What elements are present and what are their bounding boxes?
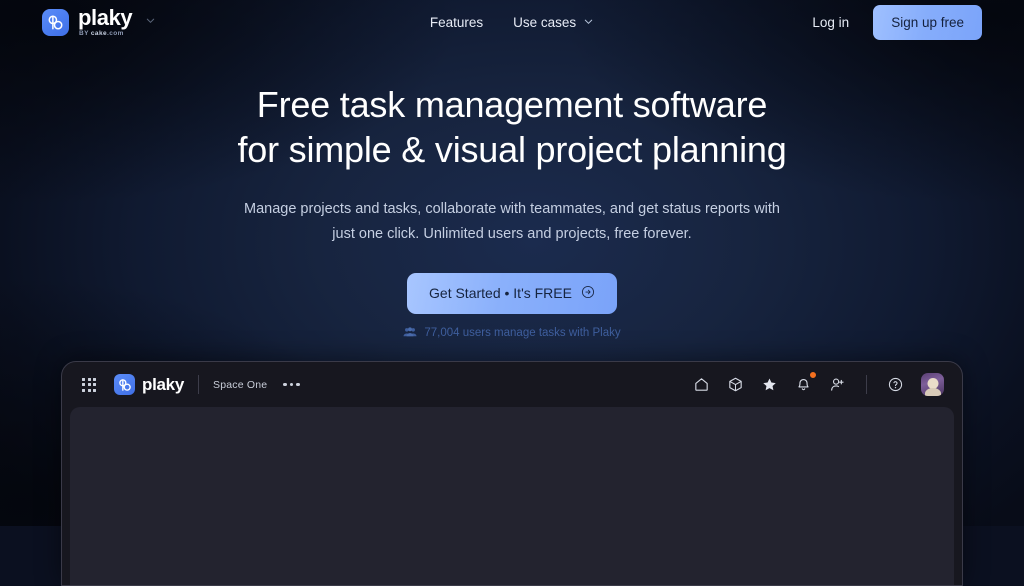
app-toolbar: plaky Space One [62,362,962,407]
app-brand-name: plaky [142,374,184,394]
cta-container: Get Started • It's FREE [0,272,1024,314]
people-group-icon [403,326,417,341]
app-toolbar-actions [693,371,944,396]
app-content-panel [70,407,954,585]
cta-label: Get Started • It's FREE [429,285,572,302]
nav-link-label: Use cases [513,14,577,30]
box-icon[interactable] [727,376,744,393]
hero-section: Free task management software for simple… [0,44,1024,341]
app-brand-logo[interactable]: plaky [114,374,184,395]
social-proof: 77,004 users manage tasks with Plaky [0,326,1024,341]
hero-subtitle: Manage projects and tasks, collaborate w… [242,197,782,247]
add-user-icon[interactable] [829,376,846,393]
user-avatar[interactable] [921,373,944,396]
chevron-down-icon[interactable] [145,13,156,31]
nav-link-label: Features [429,14,484,30]
notification-badge [809,371,817,379]
apps-grid-icon[interactable] [82,377,96,392]
nav-link-features[interactable]: Features [430,15,483,30]
brand-name: plaky [78,4,133,30]
star-icon[interactable] [761,376,778,393]
login-link[interactable]: Log in [812,15,849,30]
brand-logo[interactable]: plaky BY cake.com [42,4,156,38]
plaky-logo-icon [114,374,135,395]
users-count-text: 77,004 users manage tasks with Plaky [424,327,621,340]
bell-icon[interactable] [795,371,817,393]
nav-link-use-cases[interactable]: Use cases [513,15,594,30]
more-horizontal-icon[interactable] [283,382,300,387]
subtitle-line-1: Manage projects and tasks, collaborate w… [244,201,701,217]
brand-tagline: BY cake.com [79,29,124,37]
chevron-down-icon [583,15,594,30]
headline-line-2: for simple & visual project planning [237,129,787,170]
top-navigation-bar: plaky BY cake.com Features Use cases Log… [0,0,1024,44]
toolbar-divider [866,375,867,394]
headline-line-1: Free task management software [256,84,768,125]
space-name-label[interactable]: Space One [213,379,267,391]
nav-actions: Log in Sign up free [812,4,982,40]
page-title: Free task management software for simple… [0,82,1024,172]
app-preview-window: plaky Space One [61,361,963,586]
signup-free-button[interactable]: Sign up free [873,4,982,40]
help-circle-icon[interactable] [887,376,904,393]
plaky-logo-icon [42,8,69,36]
home-icon[interactable] [693,376,710,393]
get-started-button[interactable]: Get Started • It's FREE [407,272,617,314]
arrow-right-circle-icon [581,285,595,302]
toolbar-divider [197,375,199,394]
